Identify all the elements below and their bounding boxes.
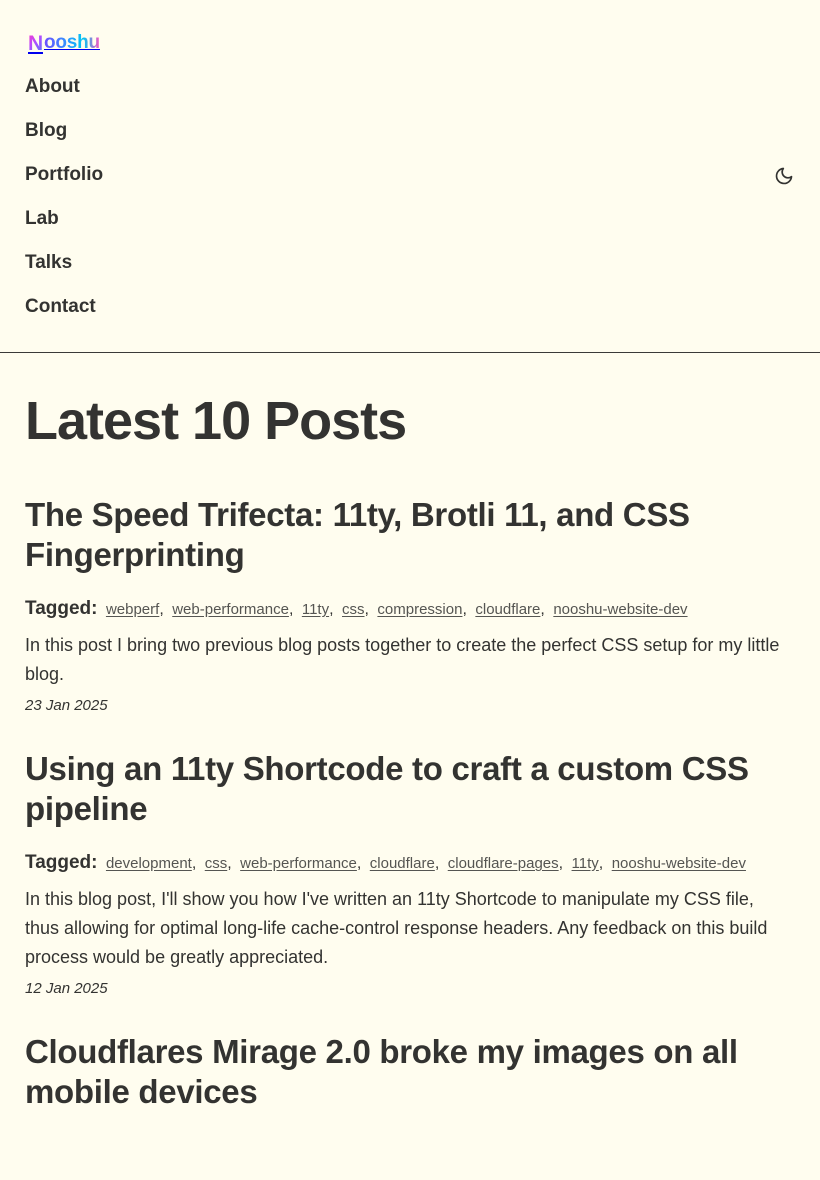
post-excerpt: In this post I bring two previous blog p… [25,635,780,684]
tag-link[interactable]: css [342,601,365,618]
tag-separator: , [159,601,164,618]
tag-separator: , [364,601,369,618]
tag-separator: , [288,601,294,618]
tag-link[interactable]: cloudflare [475,601,540,618]
nav-item-blog: Blog [25,118,103,162]
post-item: Using an 11ty Shortcode to craft a custo… [25,749,795,1000]
post-item: Cloudflares Mirage 2.0 broke my images o… [25,1032,795,1112]
tag-link[interactable]: webperf [106,601,159,618]
tag-separator: , [434,855,440,872]
tag-link[interactable]: nooshu-website-dev [612,855,746,872]
nav-item-contact: Contact [25,294,103,338]
theme-toggle-button[interactable] [774,166,794,186]
tag-separator: , [598,855,604,872]
post-excerpt: In this blog post, I'll show you how I'v… [25,889,768,967]
nav-link-blog[interactable]: Blog [25,120,67,141]
nav-item-talks: Talks [25,250,103,294]
main-nav: About Blog Portfolio Lab Talks Contact [25,74,103,338]
nav-link-portfolio[interactable]: Portfolio [25,164,103,185]
nav-item-portfolio: Portfolio [25,162,103,206]
post-title-link[interactable]: The Speed Trifecta: 11ty, Brotli 11, and… [25,496,690,573]
nav-link-contact[interactable]: Contact [25,296,96,317]
post-title: The Speed Trifecta: 11ty, Brotli 11, and… [25,495,785,575]
tag-separator: , [462,601,467,618]
tag-separator: , [227,855,232,872]
post-tags: Tagged: webperf, web-performance, 11ty, … [25,599,795,620]
tag-link[interactable]: cloudflare [370,855,435,872]
nav-item-lab: Lab [25,206,103,250]
tag-separator: , [356,855,362,872]
site-logo[interactable]: N ooshu [28,31,100,55]
nav-item-about: About [25,74,103,118]
tag-separator: , [191,855,197,872]
tag-link[interactable]: nooshu-website-dev [553,601,687,618]
moon-icon [775,167,793,185]
tag-separator: , [558,855,564,872]
tag-link[interactable]: compression [377,601,462,618]
logo-text: ooshu [43,32,100,53]
tagged-label: Tagged: [25,852,98,873]
tag-link[interactable]: development [106,855,192,872]
nav-link-lab[interactable]: Lab [25,208,59,229]
nav-link-about[interactable]: About [25,76,80,97]
post-tags: Tagged: development, css, web-performanc… [25,853,795,874]
tag-link[interactable]: web-performance [172,601,289,618]
tag-link[interactable]: cloudflare-pages [448,855,559,872]
post-title-link[interactable]: Using an 11ty Shortcode to craft a custo… [25,750,749,827]
page-title: Latest 10 Posts [25,391,407,451]
logo-initial: N [28,31,43,55]
tag-link[interactable]: web-performance [240,855,357,872]
tagged-label: Tagged: [25,598,98,619]
tag-link[interactable]: 11ty [302,601,329,618]
post-title: Using an 11ty Shortcode to craft a custo… [25,749,785,829]
tag-separator: , [540,601,545,618]
post-date: 12 Jan 2025 [25,980,108,997]
tag-link[interactable]: css [205,855,228,872]
tag-separator: , [329,601,334,618]
tag-link[interactable]: 11ty [572,855,599,872]
post-title-link[interactable]: Cloudflares Mirage 2.0 broke my images o… [25,1033,738,1110]
site-header: N ooshu About Blog Portfolio Lab Talks C… [0,0,820,353]
post-item: The Speed Trifecta: 11ty, Brotli 11, and… [25,495,795,717]
nav-link-talks[interactable]: Talks [25,252,72,273]
main-content: Latest 10 Posts The Speed Trifecta: 11ty… [0,391,820,1112]
post-date: 23 Jan 2025 [25,697,108,714]
post-title: Cloudflares Mirage 2.0 broke my images o… [25,1032,785,1112]
